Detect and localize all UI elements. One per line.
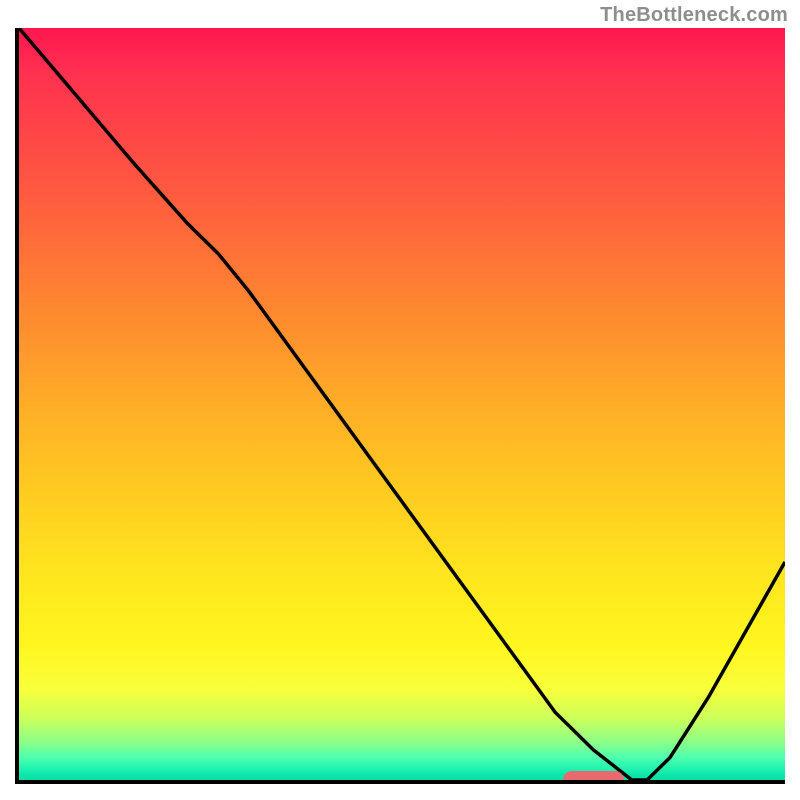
curve-path	[19, 28, 785, 780]
watermark-text: TheBottleneck.com	[600, 4, 788, 27]
bottleneck-curve	[19, 28, 785, 780]
optimal-marker	[563, 771, 624, 784]
chart-plot-area	[15, 28, 785, 784]
